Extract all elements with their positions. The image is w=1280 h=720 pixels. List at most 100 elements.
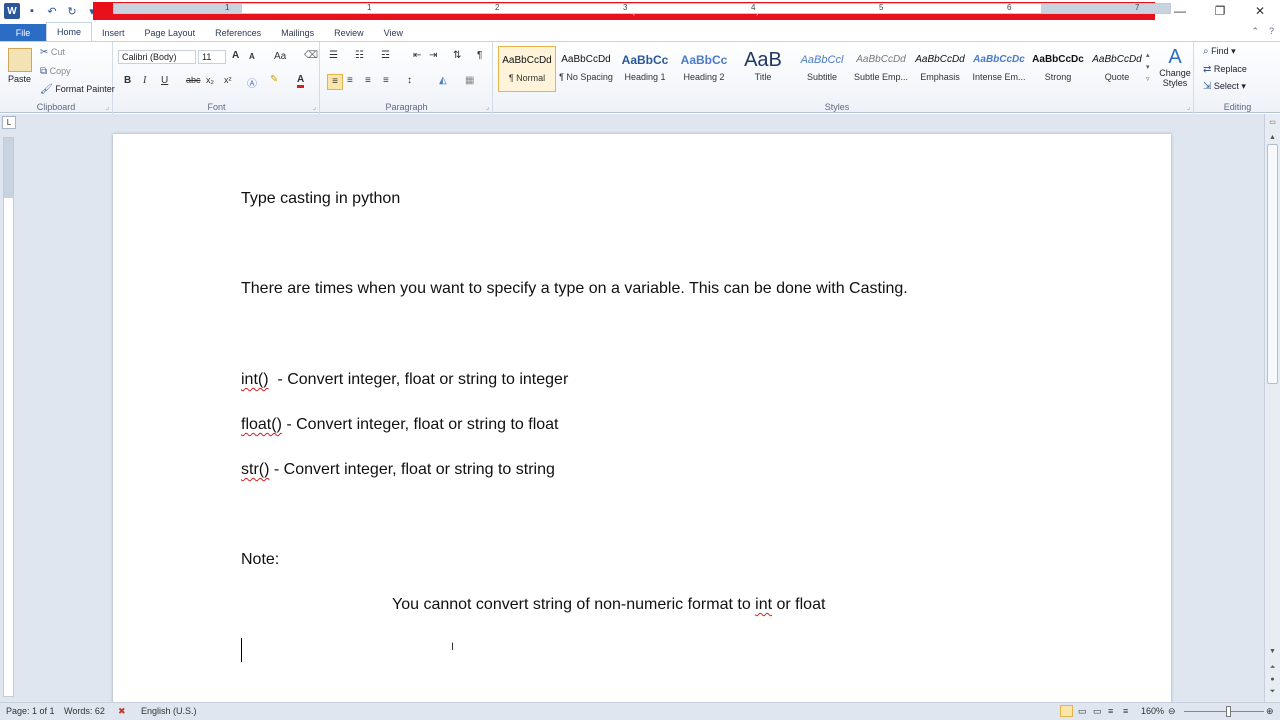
numbering-icon[interactable]: ☷ <box>355 50 364 61</box>
multilevel-list-icon[interactable]: ☲ <box>381 50 390 61</box>
decrease-indent-icon[interactable]: ⇤ <box>413 50 421 61</box>
tab-insert[interactable]: Insert <box>92 24 135 42</box>
tab-home[interactable]: Home <box>46 22 93 42</box>
bullets-icon[interactable]: ☰ <box>329 50 338 61</box>
shrink-font-button[interactable]: A <box>249 52 255 61</box>
show-marks-icon[interactable]: ¶ <box>477 50 482 61</box>
grow-font-button[interactable]: A <box>232 50 239 61</box>
draft-icon[interactable]: ≡ <box>1123 706 1128 716</box>
scrollbar-thumb[interactable] <box>1267 144 1278 384</box>
vertical-scrollbar[interactable]: ▭ ▲ ▼ ⏶ ● ⏷ <box>1264 114 1280 702</box>
shading-icon[interactable]: ◭ <box>439 75 447 86</box>
style-normal[interactable]: AaBbCcDd ¶ Normal <box>498 46 556 92</box>
zoom-level[interactable]: 160% <box>1141 706 1164 716</box>
horizontal-ruler[interactable]: 1 1 2 3 4 5 6 7 <box>113 3 1171 14</box>
paste-button[interactable]: Paste <box>8 74 31 84</box>
help-icon[interactable]: ? <box>1269 26 1274 37</box>
tab-mailings[interactable]: Mailings <box>271 24 324 42</box>
style-emphasis[interactable]: AaBbCcDd Emphasis <box>911 46 969 92</box>
italic-button[interactable]: I <box>143 75 146 86</box>
bold-button[interactable]: B <box>124 75 131 86</box>
tab-references[interactable]: References <box>205 24 271 42</box>
redo-icon[interactable]: ↻ <box>64 3 80 19</box>
text-effects-icon[interactable]: Ⓐ <box>247 75 257 90</box>
align-center-icon[interactable]: ≡ <box>347 75 353 86</box>
underline-button[interactable]: U <box>161 75 168 86</box>
tab-file[interactable]: File <box>0 24 46 42</box>
word-count[interactable]: Words: 62 <box>64 706 105 716</box>
scroll-down-icon[interactable]: ▼ <box>1265 648 1280 655</box>
style-subtitle[interactable]: AaBbCcl Subtitle <box>793 46 851 92</box>
scroll-up-icon[interactable]: ▲ <box>1265 134 1280 141</box>
sort-icon[interactable]: ⇅ <box>453 50 461 61</box>
style-heading-1[interactable]: AaBbCc Heading 1 <box>616 46 674 92</box>
outline-icon[interactable]: ≡ <box>1108 706 1113 716</box>
font-name-dropdown[interactable]: Calibri (Body) <box>118 50 196 64</box>
browse-object-icon[interactable]: ● <box>1265 676 1280 683</box>
web-layout-icon[interactable]: ▭ <box>1093 706 1102 717</box>
minimize-ribbon-icon[interactable]: ⌃ <box>1251 26 1259 37</box>
list-item-int[interactable]: int() - Convert integer, float or string… <box>241 371 568 389</box>
full-screen-icon[interactable]: ▭ <box>1078 706 1087 717</box>
tab-page-layout[interactable]: Page Layout <box>135 24 206 42</box>
format-painter-button[interactable]: 🖌 Format Painter <box>40 84 115 95</box>
line-spacing-icon[interactable]: ↕ <box>407 75 412 86</box>
close-icon[interactable]: ✕ <box>1240 0 1280 22</box>
cut-button[interactable]: ✂ Cut <box>40 47 65 58</box>
copy-button[interactable]: ⧉ Copy <box>40 66 71 77</box>
document-title[interactable]: Type casting in python <box>241 190 400 208</box>
previous-page-icon[interactable]: ⏶ <box>1265 664 1280 672</box>
proofing-icon[interactable]: ✖ <box>118 706 126 717</box>
print-layout-icon[interactable] <box>1060 705 1073 717</box>
language[interactable]: English (U.S.) <box>141 706 197 716</box>
align-right-icon[interactable]: ≡ <box>365 75 371 86</box>
replace-button[interactable]: ⇄ Replace <box>1203 64 1247 75</box>
note-label[interactable]: Note: <box>241 551 279 569</box>
font-color-button[interactable]: A <box>297 74 305 88</box>
gallery-scroll-icon[interactable]: ▴ ▾ ▿ <box>1146 50 1158 86</box>
vertical-ruler[interactable] <box>3 137 14 697</box>
paste-icon[interactable] <box>8 48 32 72</box>
borders-icon[interactable]: ▦ <box>465 75 474 86</box>
font-size-dropdown[interactable]: 11 <box>198 50 226 64</box>
zoom-out-icon[interactable]: ⊖ <box>1168 706 1176 717</box>
zoom-slider-thumb[interactable] <box>1226 706 1231 717</box>
style-intense-emphasis[interactable]: AaBbCcDc Intense Em... <box>970 46 1028 92</box>
tab-view[interactable]: View <box>374 24 413 42</box>
word-icon[interactable]: W <box>4 3 20 19</box>
style-title[interactable]: AaB Title <box>734 46 792 92</box>
restore-icon[interactable]: ❐ <box>1200 0 1240 22</box>
increase-indent-icon[interactable]: ⇥ <box>429 50 437 61</box>
find-button[interactable]: ⌕ Find ▾ <box>1203 46 1236 57</box>
style-subtle-emphasis[interactable]: AaBbCcDd Subtle Emp... <box>852 46 910 92</box>
tab-selector[interactable]: L <box>2 116 16 129</box>
select-button[interactable]: ⇲ Select ▾ <box>1203 81 1246 92</box>
superscript-button[interactable]: x² <box>224 75 232 85</box>
intro-paragraph[interactable]: There are times when you want to specify… <box>241 280 908 298</box>
list-item-float[interactable]: float() - Convert integer, float or stri… <box>241 416 558 434</box>
tab-review[interactable]: Review <box>324 24 374 42</box>
clear-formatting-icon[interactable]: ⌫ <box>304 50 318 61</box>
zoom-slider[interactable] <box>1184 711 1264 712</box>
style-strong[interactable]: AaBbCcDc Strong <box>1029 46 1087 92</box>
save-icon[interactable]: ▪ <box>24 3 40 19</box>
styles-dialog-launcher[interactable]: ⌟ <box>1187 103 1190 111</box>
subscript-button[interactable]: x₂ <box>206 75 214 85</box>
note-text[interactable]: You cannot convert string of non-numeric… <box>392 596 825 614</box>
align-left-icon[interactable]: ≡ <box>327 74 343 90</box>
style-no-spacing[interactable]: AaBbCcDd ¶ No Spacing <box>557 46 615 92</box>
zoom-in-icon[interactable]: ⊕ <box>1266 706 1274 717</box>
ruler-toggle-icon[interactable]: ▭ <box>1265 118 1280 126</box>
justify-icon[interactable]: ≡ <box>383 75 389 86</box>
next-page-icon[interactable]: ⏷ <box>1265 688 1280 696</box>
highlight-icon[interactable]: ✎ <box>270 74 278 85</box>
undo-icon[interactable]: ↶ <box>44 3 60 19</box>
change-case-button[interactable]: Aa <box>274 51 286 62</box>
style-quote[interactable]: AaBbCcDd Quote <box>1088 46 1146 92</box>
list-item-str[interactable]: str() - Convert integer, float or string… <box>241 461 555 479</box>
change-styles-button[interactable]: A Change Styles <box>1158 46 1192 88</box>
font-dialog-launcher[interactable]: ⌟ <box>313 103 316 111</box>
clipboard-dialog-launcher[interactable]: ⌟ <box>106 103 109 111</box>
style-heading-2[interactable]: AaBbCc Heading 2 <box>675 46 733 92</box>
paragraph-dialog-launcher[interactable]: ⌟ <box>486 103 489 111</box>
